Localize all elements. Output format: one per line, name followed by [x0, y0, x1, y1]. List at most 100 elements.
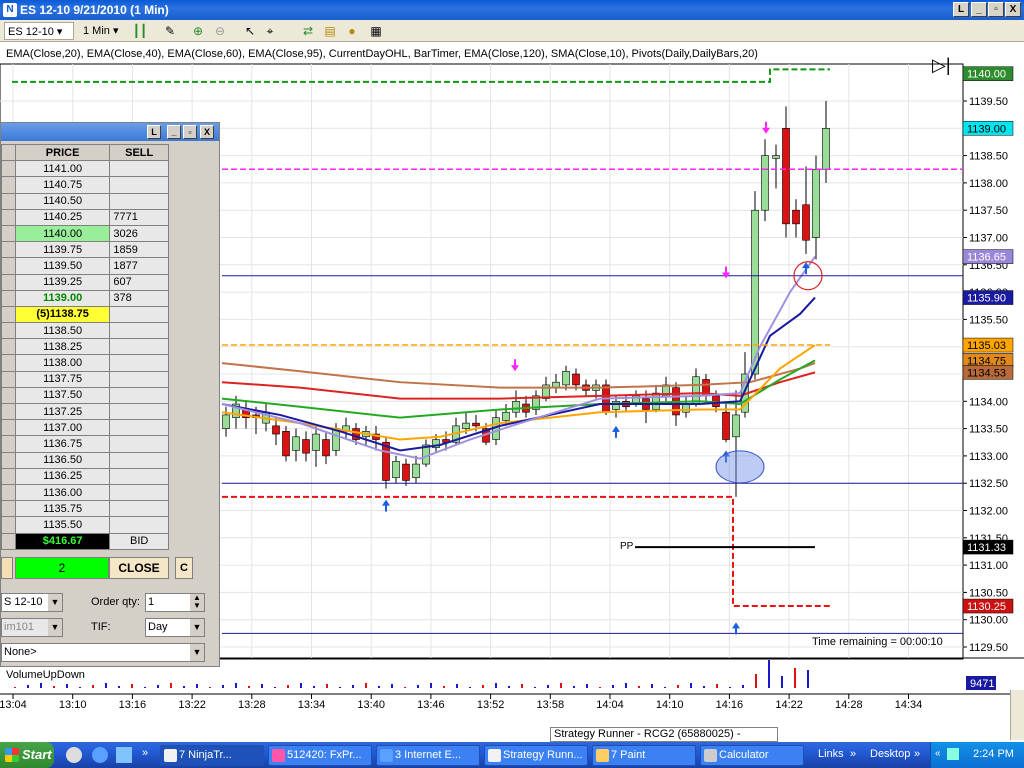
close-position-button[interactable]: CLOSE — [109, 557, 169, 579]
ladder-price-cell[interactable]: 1136.00 — [14, 483, 111, 502]
ladder-row[interactable]: 1136.25 — [1, 467, 169, 485]
ladder-price-cell[interactable]: $416.67 — [14, 532, 111, 550]
ladder-sell-cell[interactable] — [109, 305, 169, 324]
ladder-row[interactable]: 1136.00 — [1, 483, 169, 502]
ladder-sell-cell[interactable]: 1877 — [109, 257, 169, 275]
ladder-buy-cell[interactable] — [1, 370, 16, 388]
task-internet-explorer[interactable]: 3 Internet E... — [376, 745, 480, 766]
ladder-price-cell[interactable]: 1138.00 — [14, 354, 111, 372]
cancel-orders-button[interactable]: C — [175, 557, 193, 579]
ladder-sell-cell[interactable]: BID — [109, 532, 169, 550]
ladder-sell-cell[interactable] — [109, 451, 169, 469]
ladder-price-cell[interactable]: 1136.50 — [14, 451, 111, 469]
ladder-row[interactable]: 1138.00 — [1, 354, 169, 372]
ladder-buy-cell[interactable] — [1, 516, 16, 534]
strategy-icon[interactable]: ● — [344, 23, 360, 39]
ladder-row[interactable]: 1140.00 3026 — [1, 224, 169, 243]
ladder-buy-cell[interactable] — [1, 338, 16, 356]
ladder-sell-cell[interactable] — [109, 176, 169, 194]
superdom-minimize-button[interactable]: _ — [167, 125, 181, 139]
ladder-buy-cell[interactable] — [1, 176, 16, 194]
ladder-price-cell[interactable]: 1139.75 — [14, 241, 111, 259]
ladder-buy-cell[interactable] — [1, 467, 16, 485]
properties-icon[interactable]: ▤ — [322, 23, 338, 39]
ladder-buy-cell[interactable] — [1, 435, 16, 453]
scroll-end-icon[interactable]: ▷| — [932, 55, 954, 77]
ladder-sell-cell[interactable] — [109, 322, 169, 340]
ladder-price-cell[interactable]: 1141.00 — [14, 160, 111, 178]
strategy-field[interactable]: None> ▼ — [1, 643, 205, 662]
ladder-buy-cell[interactable] — [1, 500, 16, 518]
ladder-row[interactable]: 1138.25 — [1, 338, 169, 356]
ladder-price-cell[interactable]: 1137.50 — [14, 386, 111, 405]
order-qty-field[interactable]: 1 ▲ ▼ — [145, 593, 205, 612]
crosshair-icon[interactable]: ⌖ — [262, 23, 278, 39]
ladder-buy-cell[interactable] — [1, 532, 16, 550]
ladder-price-cell[interactable]: 1138.25 — [14, 338, 111, 356]
ladder-sell-cell[interactable] — [109, 370, 169, 388]
ladder-buy-cell[interactable] — [1, 273, 16, 291]
ladder-row[interactable]: 1141.00 — [1, 160, 169, 178]
ladder-sell-cell[interactable] — [109, 338, 169, 356]
strategy-dropdown-icon[interactable]: ▼ — [190, 644, 204, 661]
ladder-buy-cell[interactable] — [1, 322, 16, 340]
ladder-row[interactable]: 1136.75 — [1, 435, 169, 453]
ladder-price-cell[interactable]: 1135.50 — [14, 516, 111, 534]
ladder-row[interactable]: 1135.50 — [1, 516, 169, 534]
quicklaunch-icon-1[interactable] — [66, 747, 82, 763]
ladder-buy-cell[interactable] — [1, 192, 16, 210]
ladder-buy-cell[interactable] — [1, 354, 16, 372]
ladder-row[interactable]: 1139.25 607 — [1, 273, 169, 291]
tif-dropdown-icon[interactable]: ▼ — [190, 619, 204, 636]
desktop-more-icon[interactable]: » — [914, 748, 920, 760]
start-button[interactable]: Start — [0, 742, 54, 768]
ladder-buy-cell[interactable] — [1, 257, 16, 275]
ladder-row[interactable]: 1137.25 — [1, 402, 169, 421]
ladder-buy-cell[interactable] — [1, 224, 16, 243]
ladder-sell-cell[interactable] — [109, 516, 169, 534]
indicators-icon[interactable]: ⇄ — [300, 23, 316, 39]
ladder-sell-cell[interactable]: 7771 — [109, 208, 169, 226]
task-fxpro[interactable]: 512420: FxPr... — [268, 745, 372, 766]
ladder-sell-cell[interactable]: 378 — [109, 289, 169, 307]
ladder-buy-cell[interactable] — [1, 289, 16, 307]
ladder-sell-cell[interactable] — [109, 160, 169, 178]
superdom-link-button[interactable]: L — [147, 125, 161, 139]
ladder-row[interactable]: 1140.50 — [1, 192, 169, 210]
ladder-sell-cell[interactable]: 3026 — [109, 224, 169, 243]
tray-expand-icon[interactable]: « — [935, 748, 941, 759]
ladder-row[interactable]: 1139.50 1877 — [1, 257, 169, 275]
ladder-row[interactable]: (5)1138.75 — [1, 305, 169, 324]
ladder-buy-cell[interactable] — [1, 402, 16, 421]
vertical-scrollbar[interactable] — [1010, 690, 1024, 740]
ladder-sell-cell[interactable] — [109, 192, 169, 210]
ladder-row[interactable]: $416.67 BID — [1, 532, 169, 550]
ladder-price-cell[interactable]: 1135.75 — [14, 500, 111, 518]
ladder-price-cell[interactable]: 1140.00 — [14, 224, 111, 243]
ladder-buy-cell[interactable] — [1, 208, 16, 226]
ladder-price-cell[interactable]: 1139.50 — [14, 257, 111, 275]
ladder-buy-cell[interactable] — [1, 241, 16, 259]
task-ninjatrader[interactable]: 7 NinjaTr... — [160, 745, 264, 766]
qty-stepper-icon[interactable]: ▲ ▼ — [190, 594, 204, 611]
account-dropdown-icon[interactable]: ▼ — [48, 619, 62, 636]
task-calculator[interactable]: Calculator — [700, 745, 804, 766]
ladder-row[interactable]: 1137.50 — [1, 386, 169, 405]
ladder-price-cell[interactable]: (5)1138.75 — [14, 305, 111, 324]
ladder-row[interactable]: 1135.75 — [1, 500, 169, 518]
ladder-sell-cell[interactable] — [109, 354, 169, 372]
superdom-close-button[interactable]: X — [200, 125, 214, 139]
ladder-price-cell[interactable]: 1139.00 — [14, 289, 111, 307]
ladder-row[interactable]: 1138.50 — [1, 322, 169, 340]
ladder-price-cell[interactable]: 1140.25 — [14, 208, 111, 226]
ladder-row[interactable]: 1137.00 — [1, 419, 169, 437]
ladder-price-cell[interactable]: 1140.75 — [14, 176, 111, 194]
ladder-row[interactable]: 1139.00 378 — [1, 289, 169, 307]
instrument-dropdown-icon[interactable]: ▼ — [48, 594, 62, 611]
ladder-row[interactable]: 1137.75 — [1, 370, 169, 388]
ladder-buy-cell[interactable] — [1, 160, 16, 178]
ladder-price-cell[interactable]: 1137.00 — [14, 419, 111, 437]
tif-field[interactable]: Day ▼ — [145, 618, 205, 637]
ladder-price-cell[interactable]: 1139.25 — [14, 273, 111, 291]
ladder-sell-cell[interactable] — [109, 386, 169, 405]
